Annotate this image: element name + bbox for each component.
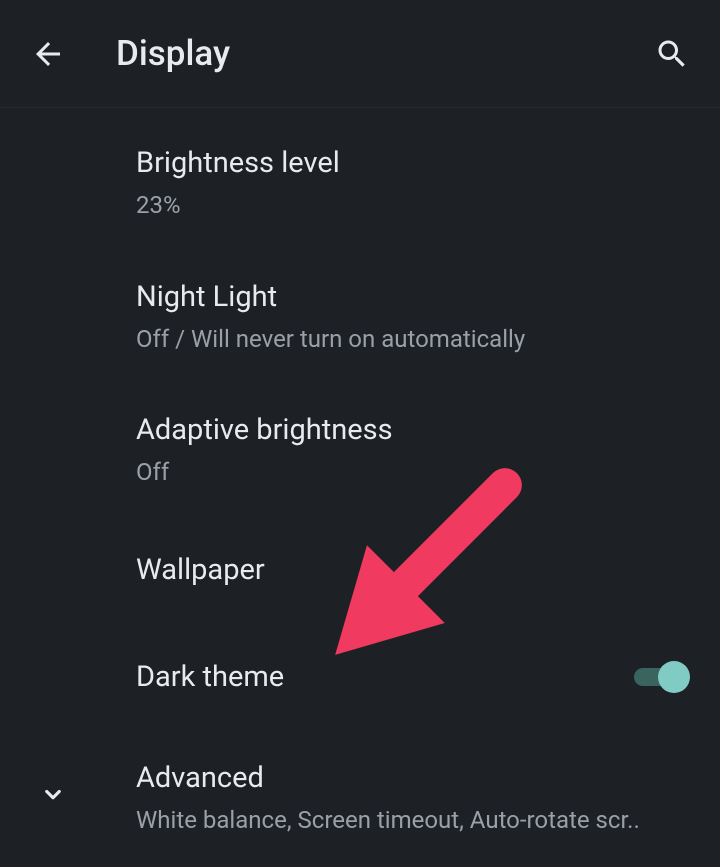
- night-light-subtitle: Off / Will never turn on automatically: [136, 323, 696, 355]
- adaptive-brightness-item[interactable]: Adaptive brightness Off: [0, 383, 720, 517]
- brightness-level-item[interactable]: Brightness level 23%: [0, 116, 720, 250]
- advanced-subtitle: White balance, Screen timeout, Auto-rota…: [136, 804, 696, 836]
- advanced-title: Advanced: [136, 759, 720, 798]
- dark-theme-toggle[interactable]: [634, 659, 688, 695]
- night-light-title: Night Light: [136, 278, 720, 317]
- night-light-item[interactable]: Night Light Off / Will never turn on aut…: [0, 250, 720, 384]
- expand-chevron: [38, 779, 68, 813]
- toggle-thumb: [658, 661, 690, 693]
- settings-list: Brightness level 23% Night Light Off / W…: [0, 108, 720, 864]
- adaptive-brightness-title: Adaptive brightness: [136, 411, 720, 450]
- wallpaper-item[interactable]: Wallpaper: [0, 517, 720, 624]
- brightness-value: 23%: [136, 189, 696, 221]
- wallpaper-title: Wallpaper: [136, 551, 720, 590]
- adaptive-brightness-subtitle: Off: [136, 456, 696, 488]
- back-button[interactable]: [24, 30, 72, 78]
- brightness-title: Brightness level: [136, 144, 720, 183]
- chevron-down-icon: [38, 779, 68, 809]
- dark-theme-title: Dark theme: [136, 658, 284, 697]
- dark-theme-item[interactable]: Dark theme: [0, 624, 720, 731]
- back-arrow-icon: [30, 36, 66, 72]
- advanced-item[interactable]: Advanced White balance, Screen timeout, …: [0, 731, 720, 865]
- search-icon: [654, 36, 690, 72]
- app-bar: Display: [0, 0, 720, 108]
- search-button[interactable]: [648, 30, 696, 78]
- page-title: Display: [116, 33, 648, 74]
